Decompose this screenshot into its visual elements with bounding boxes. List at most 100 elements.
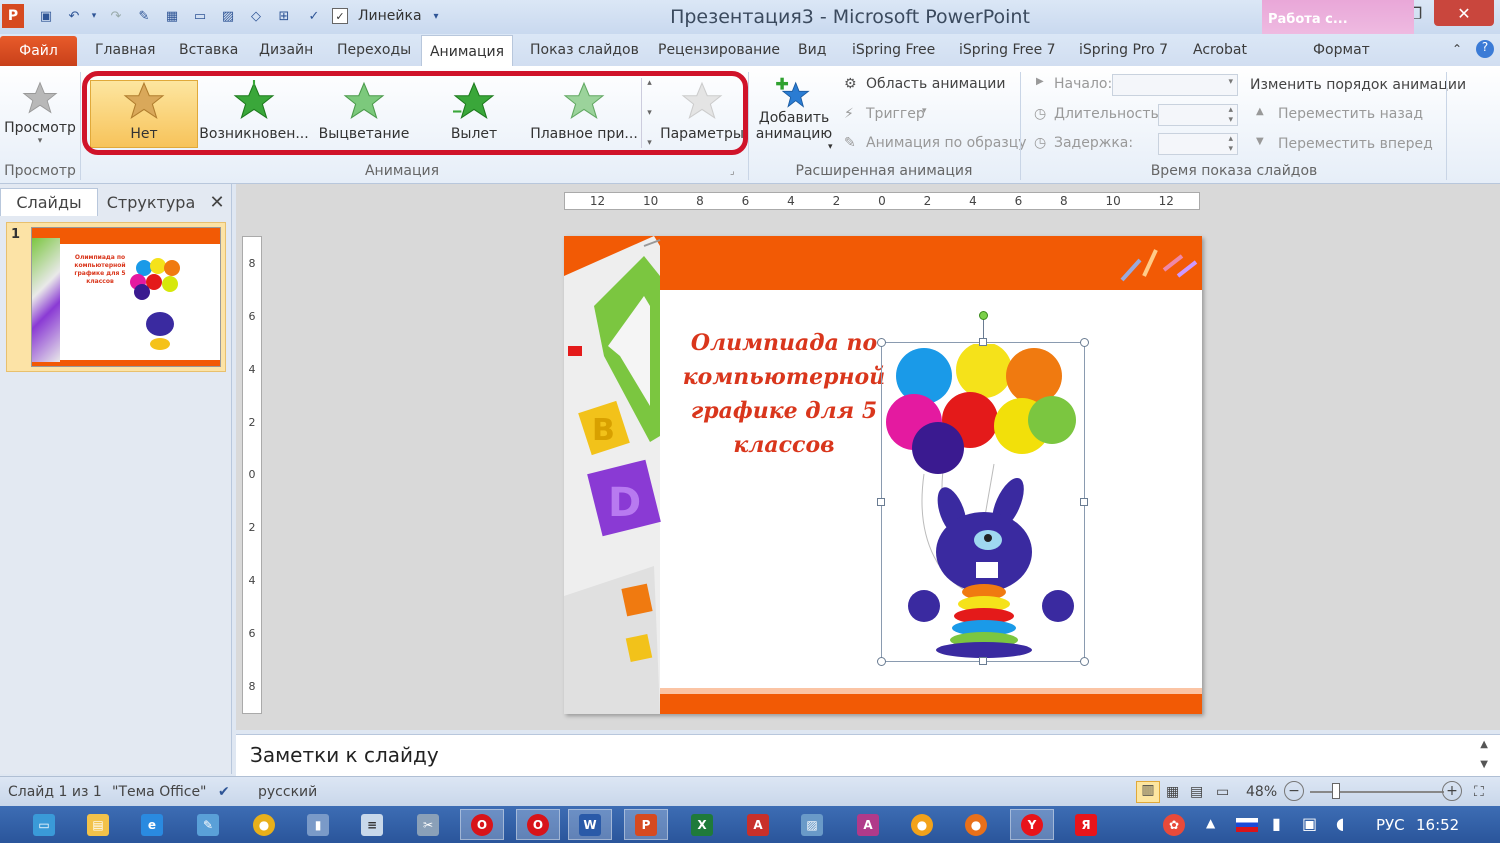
redo-icon[interactable]: ↷: [106, 6, 126, 26]
zoom-level[interactable]: 48%: [1246, 784, 1277, 800]
slide-title[interactable]: Олимпиада по компьютерной графике для 5 …: [674, 326, 894, 462]
zoom-slider-thumb[interactable]: [1332, 783, 1340, 799]
rotate-handle[interactable]: [979, 311, 988, 320]
excel-icon[interactable]: X: [680, 809, 724, 840]
tab-insert[interactable]: Вставка: [179, 42, 238, 58]
undo-icon[interactable]: ↶: [64, 6, 84, 26]
word-icon[interactable]: W: [568, 809, 612, 840]
resize-handle[interactable]: [1080, 657, 1089, 666]
shapes-icon[interactable]: ◇: [246, 6, 266, 26]
tab-ispring-pro-7[interactable]: iSpring Pro 7: [1079, 42, 1168, 58]
new-slide-icon[interactable]: ▭: [190, 6, 210, 26]
ribbon-minimize-icon[interactable]: ⌃: [1452, 42, 1462, 56]
tray-clock[interactable]: 16:52: [1416, 816, 1459, 834]
tab-review[interactable]: Рецензирование: [658, 42, 780, 58]
horizontal-ruler[interactable]: 12 10 8 6 4 2 0 2 4 6 8 10 12: [564, 192, 1200, 210]
tab-home[interactable]: Главная: [95, 42, 155, 58]
spelling-icon[interactable]: ✓: [304, 6, 324, 26]
tab-file[interactable]: Файл: [0, 36, 77, 66]
slide-thumbnail-selected[interactable]: 1 Олимпиада по компьютерной графике для …: [6, 222, 226, 372]
format-painter-icon[interactable]: ✎: [134, 6, 154, 26]
duration-spinner[interactable]: ▴ ▾: [1158, 104, 1238, 126]
zoom-slider[interactable]: [1310, 791, 1444, 793]
tab-view[interactable]: Вид: [798, 42, 826, 58]
undo-dropdown-icon[interactable]: ▾: [84, 6, 104, 26]
app-icon[interactable]: ▮: [296, 809, 340, 840]
tab-slideshow[interactable]: Показ слайдов: [530, 42, 639, 58]
powerpoint-taskbar-icon[interactable]: P: [624, 809, 668, 840]
slide-sorter-icon[interactable]: ▦: [1166, 784, 1179, 800]
normal-view-icon[interactable]: ▥: [1136, 781, 1160, 803]
slide-canvas[interactable]: B D Олимпиада по компьютерной графике дл…: [564, 236, 1202, 714]
trigger-button[interactable]: Триггер: [866, 106, 925, 122]
tab-animations[interactable]: Анимация: [421, 35, 513, 67]
spellcheck-icon[interactable]: ✔: [218, 784, 230, 800]
qat-customize-icon[interactable]: ▾: [426, 6, 446, 26]
resize-handle[interactable]: [979, 657, 987, 665]
vertical-ruler[interactable]: 864202468: [242, 236, 262, 714]
ruler-checkbox[interactable]: ✓: [332, 8, 348, 24]
slideshow-icon[interactable]: ▭: [1216, 784, 1229, 800]
acrobat-icon[interactable]: A: [846, 809, 890, 840]
opera-icon-2[interactable]: O: [516, 809, 560, 840]
language-flag-icon[interactable]: [1236, 818, 1258, 832]
tab-slides[interactable]: Слайды: [0, 188, 98, 216]
resize-handle[interactable]: [877, 498, 885, 506]
resize-handle[interactable]: [979, 338, 987, 346]
notes-pane[interactable]: Заметки к слайду ▲ ▼: [236, 734, 1500, 776]
tab-ispring-free[interactable]: iSpring Free: [852, 42, 935, 58]
delay-spinner[interactable]: ▴ ▾: [1158, 133, 1238, 155]
notepad-icon[interactable]: ≡: [350, 809, 394, 840]
language-indicator[interactable]: русский: [258, 784, 317, 800]
battery-icon[interactable]: ▮: [1272, 814, 1281, 833]
picture-viewer-icon[interactable]: ▨: [790, 809, 834, 840]
resize-handle[interactable]: [877, 657, 886, 666]
powerpoint-logo-icon[interactable]: P: [2, 4, 24, 28]
yandex-icon[interactable]: Я: [1064, 809, 1108, 840]
volume-icon[interactable]: ◖: [1336, 814, 1344, 833]
add-animation-dropdown-icon[interactable]: ▾: [828, 142, 833, 152]
tray-language[interactable]: РУС: [1376, 816, 1405, 834]
opera-icon[interactable]: O: [460, 809, 504, 840]
close-button[interactable]: ✕: [1434, 0, 1494, 26]
resize-handle[interactable]: [877, 338, 886, 347]
add-animation-button[interactable]: Добавить анимацию: [752, 76, 836, 142]
tab-format[interactable]: Формат: [1313, 42, 1370, 58]
preview-button[interactable]: Просмотр ▾: [4, 80, 76, 146]
theme-name[interactable]: "Тема Office": [112, 784, 207, 800]
resize-handle[interactable]: [1080, 338, 1089, 347]
tab-transitions[interactable]: Переходы: [337, 42, 411, 58]
internet-explorer-icon[interactable]: e: [130, 809, 174, 840]
picture-icon[interactable]: ▨: [218, 6, 238, 26]
animation-pane-button[interactable]: Область анимации: [866, 76, 1005, 92]
notes-scroll-up[interactable]: ▲: [1480, 739, 1488, 750]
save-icon[interactable]: ▣: [36, 6, 56, 26]
tool-icon[interactable]: ✂: [406, 809, 450, 840]
slide-thumbnail[interactable]: Олимпиада по компьютерной графике для 5 …: [31, 227, 221, 367]
notes-scroll-down[interactable]: ▼: [1480, 759, 1488, 770]
tab-acrobat[interactable]: Acrobat: [1193, 42, 1247, 58]
tray-app-icon[interactable]: ✿: [1152, 809, 1196, 840]
help-icon[interactable]: ?: [1476, 40, 1494, 58]
selection-box[interactable]: [877, 311, 1089, 666]
move-back-button[interactable]: Переместить назад: [1278, 106, 1423, 122]
tab-ispring-free-7[interactable]: iSpring Free 7: [959, 42, 1056, 58]
chrome-icon[interactable]: ●: [242, 809, 286, 840]
firefox-icon[interactable]: ●: [954, 809, 998, 840]
tray-expand-icon[interactable]: ▲: [1206, 816, 1215, 830]
paint-icon[interactable]: ✎: [186, 809, 230, 840]
network-icon[interactable]: ▣: [1302, 814, 1317, 833]
reading-view-icon[interactable]: ▤: [1190, 784, 1203, 800]
tab-outline[interactable]: Структура: [100, 188, 202, 216]
zoom-in-icon[interactable]: +: [1442, 781, 1462, 801]
user-icon[interactable]: ●: [900, 809, 944, 840]
desktop-icon[interactable]: ▭: [22, 809, 66, 840]
table-icon[interactable]: ▦: [162, 6, 182, 26]
explorer-icon[interactable]: ▤: [76, 809, 120, 840]
close-panel-icon[interactable]: ✕: [204, 188, 230, 216]
group-icon[interactable]: ⊞: [274, 6, 294, 26]
pdf-icon[interactable]: A: [736, 809, 780, 840]
move-forward-button[interactable]: Переместить вперед: [1278, 136, 1433, 152]
resize-handle[interactable]: [1080, 498, 1088, 506]
start-combo[interactable]: ▾: [1112, 74, 1238, 96]
